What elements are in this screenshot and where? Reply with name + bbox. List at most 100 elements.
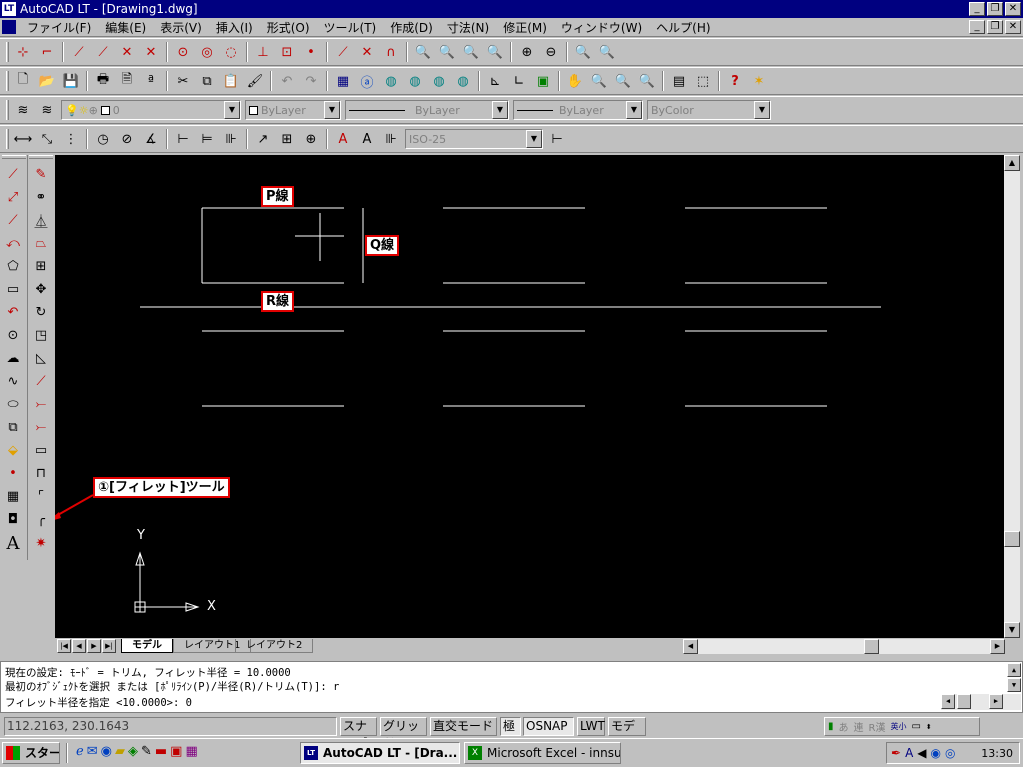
color-combo[interactable]: ByLayer ▼ <box>245 100 341 120</box>
cmd-scroll-right-icon[interactable]: ▶ <box>989 694 1003 709</box>
baseline-dimension-icon[interactable]: ⊨ <box>196 128 218 150</box>
spelling-icon[interactable]: ª <box>140 70 162 92</box>
explode-icon[interactable]: ✷ <box>30 532 52 554</box>
model-toggle[interactable]: モデル <box>608 717 646 750</box>
sheet-set-icon[interactable]: ◍ <box>452 70 474 92</box>
close-button[interactable]: ✕ <box>1005 2 1021 16</box>
erase-icon[interactable]: ✎ <box>30 163 52 185</box>
ucs-icon[interactable]: ⊾ <box>484 70 506 92</box>
chevron-down-icon[interactable]: ▼ <box>526 130 542 148</box>
task-excel[interactable]: X Microsoft Excel - innsut... <box>464 742 621 764</box>
toolbar-grip[interactable] <box>6 71 9 91</box>
realtime-zoom-icon[interactable]: 🔍 <box>588 70 610 92</box>
toolbar-grip[interactable] <box>29 155 53 159</box>
menu-view[interactable]: 表示(V) <box>153 19 209 36</box>
undo-icon[interactable]: ↶ <box>276 70 298 92</box>
redo-icon[interactable]: ↷ <box>300 70 322 92</box>
vertical-scrollbar[interactable]: ▲ ▼ <box>1004 155 1020 638</box>
insert-block-icon[interactable]: ⧉ <box>2 416 24 438</box>
snap-none-icon[interactable]: ✕ <box>356 41 378 63</box>
ordinate-dimension-icon[interactable]: ⋮ <box>60 128 82 150</box>
ime-mode[interactable]: 英小 <box>890 721 906 732</box>
app-icon[interactable]: ▬ <box>155 744 167 759</box>
chamfer-icon[interactable]: ⊓ <box>30 462 52 484</box>
paste-icon[interactable]: 📋 <box>220 70 242 92</box>
last-tab-icon[interactable]: ▶| <box>102 639 116 653</box>
print-preview-icon[interactable]: 🗎 <box>116 70 138 92</box>
snap-toggle[interactable]: スナップ <box>340 717 377 750</box>
task-autocad[interactable]: LT AutoCAD LT - [Dra... <box>300 742 460 764</box>
snap-center-icon[interactable]: ⊙ <box>172 41 194 63</box>
save-icon[interactable]: 💾 <box>60 70 82 92</box>
ucs-axis-icon[interactable]: ∟ <box>508 70 530 92</box>
volume-icon[interactable]: ◀ <box>917 746 926 760</box>
join-icon[interactable]: ▭ <box>30 439 52 461</box>
autocad-today-icon[interactable]: ⓐ <box>356 70 378 92</box>
polar-toggle[interactable]: 極 <box>500 717 521 736</box>
region-icon[interactable]: ◘ <box>2 508 24 530</box>
autocad-app-icon[interactable]: LT <box>2 2 16 16</box>
layer-previous-icon[interactable]: ≋ <box>36 99 58 121</box>
dimension-style-icon[interactable]: ⊢ <box>546 128 568 150</box>
snap-from-icon[interactable]: ⊹ <box>12 41 34 63</box>
restore-button[interactable]: ❐ <box>987 2 1003 16</box>
zoom-window-icon[interactable]: 🔍 <box>412 41 434 63</box>
grid-toggle[interactable]: グリッド <box>380 717 427 750</box>
minimize-button[interactable]: _ <box>969 2 985 16</box>
scroll-left-icon[interactable]: ◀ <box>683 639 698 654</box>
layer-combo[interactable]: 💡 ☼ ⊕ 0 ▼ <box>61 100 241 120</box>
snap-tangent-icon[interactable]: ◌ <box>220 41 242 63</box>
trim-icon[interactable]: ⟋ <box>30 370 52 392</box>
start-button[interactable]: スタート <box>2 742 60 764</box>
plotstyle-combo[interactable]: ByColor ▼ <box>647 100 771 120</box>
center-mark-icon[interactable]: ⊕ <box>300 128 322 150</box>
command-prompt[interactable]: フィレット半径を指定 <10.0000>: 0 <box>5 695 192 710</box>
horizontal-scrollbar[interactable]: ◀ ▶ <box>683 639 1005 654</box>
zoom-extents-icon[interactable]: 🔍 <box>596 41 618 63</box>
menu-format[interactable]: 形式(O) <box>260 19 317 36</box>
cmd-scroll-left-icon[interactable]: ◀ <box>941 694 955 709</box>
ime-hiragana[interactable]: あ <box>839 719 849 734</box>
layer-manager-icon[interactable]: ≋ <box>12 99 34 121</box>
linear-dimension-icon[interactable]: ⟷ <box>12 128 34 150</box>
chevron-down-icon[interactable]: ▼ <box>324 101 340 119</box>
quick-dimension-icon[interactable]: ⊢ <box>172 128 194 150</box>
rectangle-icon[interactable]: ▭ <box>2 278 24 300</box>
snap-intersection-icon[interactable]: ✕ <box>116 41 138 63</box>
snap-apparent-intersection-icon[interactable]: ✕ <box>140 41 162 63</box>
menu-dimension[interactable]: 寸法(N) <box>440 19 496 36</box>
point-icon[interactable]: • <box>2 462 24 484</box>
tab-layout2[interactable]: レイアウト2 <box>235 639 314 653</box>
web-icon[interactable]: ◍ <box>380 70 402 92</box>
app-icon[interactable]: ▣ <box>170 744 182 759</box>
command-window[interactable]: 現在の設定: ﾓｰﾄﾞ = トリム, フィレット半径 = 10.0000 最初の… <box>0 661 1023 713</box>
ime-conversion[interactable]: 連 <box>854 719 864 734</box>
folder-icon[interactable]: ▰ <box>115 744 125 759</box>
line-icon[interactable]: ⟋ <box>2 163 24 185</box>
document-icon[interactable] <box>2 20 16 34</box>
h-scroll-thumb[interactable] <box>864 639 879 654</box>
zoom-window-icon[interactable]: 🔍 <box>612 70 634 92</box>
menu-file[interactable]: ファイル(F) <box>20 19 98 36</box>
polygon-icon[interactable]: ⤺ <box>2 232 24 254</box>
lwt-toggle[interactable]: LWT <box>577 717 605 736</box>
zoom-all-icon[interactable]: 🔍 <box>572 41 594 63</box>
diameter-dimension-icon[interactable]: ⊘ <box>116 128 138 150</box>
coordinate-readout[interactable]: 112.2163, 230.1643 <box>4 717 337 736</box>
dimension-edit-icon[interactable]: A <box>332 128 354 150</box>
tool-palettes-icon[interactable]: ⬚ <box>692 70 714 92</box>
cut-icon[interactable]: ✂ <box>172 70 194 92</box>
menu-window[interactable]: ウィンドウ(W) <box>554 19 649 36</box>
media-icon[interactable]: ◉ <box>101 744 112 759</box>
scroll-up-icon[interactable]: ▲ <box>1004 155 1020 171</box>
new-icon[interactable]: 🗋 <box>12 70 34 92</box>
hyperlink-icon[interactable]: ◍ <box>404 70 426 92</box>
revision-cloud-icon[interactable]: ☁ <box>2 347 24 369</box>
lineweight-combo[interactable]: ByLayer ▼ <box>513 100 643 120</box>
match-properties-icon[interactable]: 🖌 <box>244 70 266 92</box>
aligned-dimension-icon[interactable]: ⤡ <box>36 128 58 150</box>
copy-icon[interactable]: ⧉ <box>196 70 218 92</box>
menu-modify[interactable]: 修正(M) <box>496 19 554 36</box>
properties-icon[interactable]: ▤ <box>668 70 690 92</box>
spline-icon[interactable]: ∿ <box>2 370 24 392</box>
